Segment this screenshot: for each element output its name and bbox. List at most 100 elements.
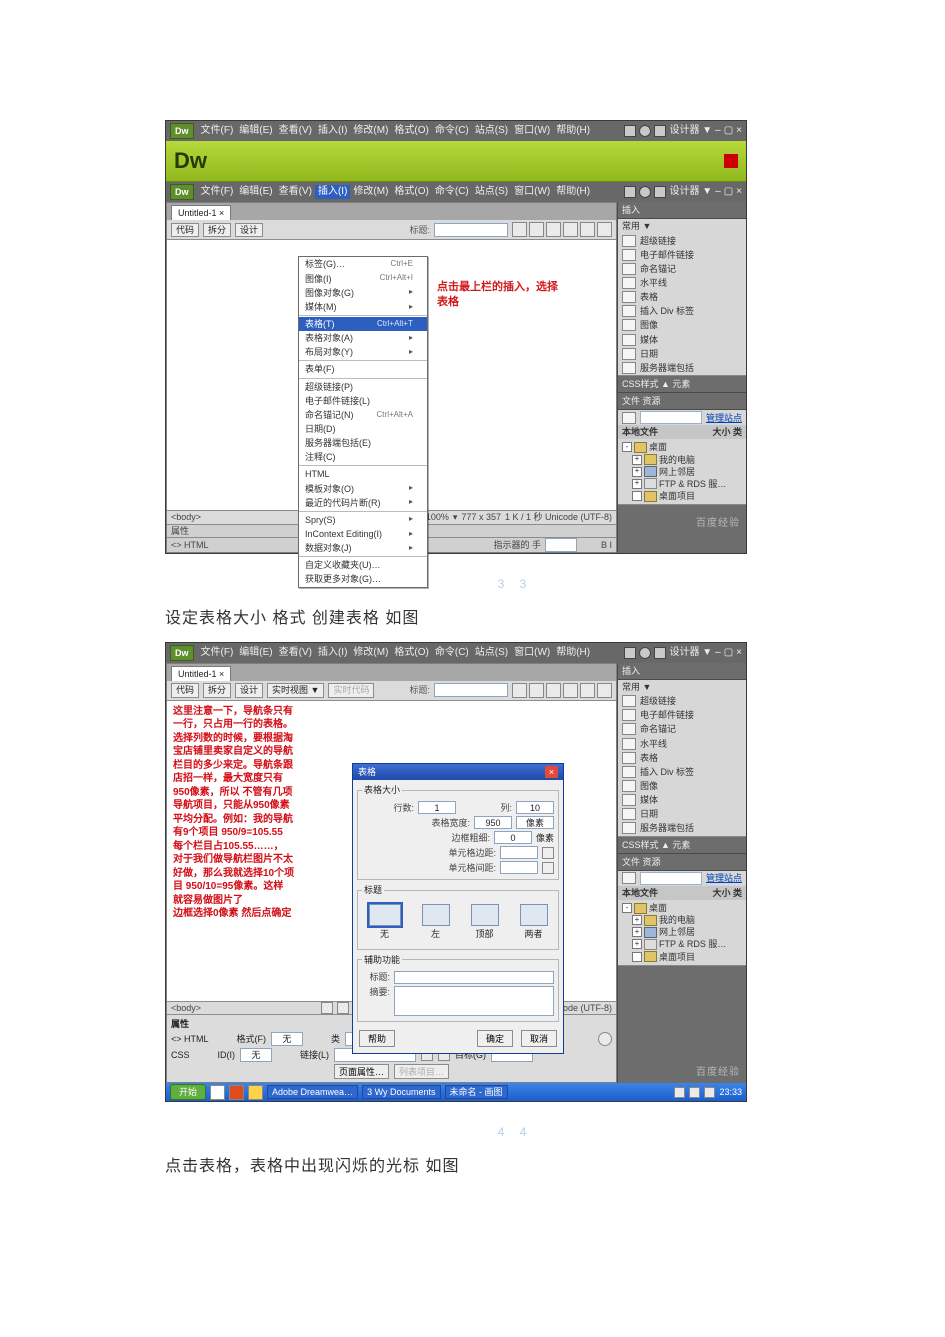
menu-item[interactable]: 格式(O) — [391, 124, 431, 138]
insert-item[interactable]: 水平线 — [618, 737, 746, 751]
rows-input[interactable]: 1 — [418, 801, 456, 814]
menu-item[interactable]: 文件(F) — [198, 646, 237, 660]
menu-item[interactable]: 查看(V) — [276, 646, 315, 660]
page-title-input[interactable] — [434, 223, 508, 237]
menu-item[interactable]: 窗口(W) — [511, 124, 553, 138]
menu-item[interactable]: 表格(T)Ctrl+Alt+T — [299, 317, 427, 331]
files-panel-header[interactable]: 文件 资源 — [618, 393, 746, 410]
insert-item[interactable]: 服务器端包括 — [618, 821, 746, 835]
live-view-button[interactable]: 实时视图 ▼ — [267, 683, 324, 697]
tree-node[interactable]: +网上邻居 — [622, 926, 742, 938]
menu-item[interactable]: 注释(C) — [299, 450, 427, 464]
document-tab[interactable]: Untitled-1 × — [171, 205, 231, 220]
view-split-button[interactable]: 拆分 — [203, 683, 231, 697]
menu-item[interactable]: 帮助(H) — [553, 185, 593, 199]
restore-icon[interactable]: ▢ — [724, 646, 733, 660]
border-input[interactable]: 0 — [494, 831, 532, 844]
circle-icon[interactable] — [639, 186, 651, 198]
menu-item[interactable]: 数据对象(J) — [299, 541, 427, 555]
view-code-button[interactable]: 代码 — [171, 683, 199, 697]
tree-node[interactable]: +我的电脑 — [622, 454, 742, 466]
taskbar-app[interactable]: Adobe Dreamwea… — [267, 1085, 358, 1099]
menu-item[interactable]: 编辑(E) — [236, 646, 275, 660]
tree-node[interactable]: +我的电脑 — [622, 914, 742, 926]
page-title-input[interactable] — [434, 683, 508, 697]
expand-icon[interactable]: + — [632, 939, 642, 949]
expand-icon[interactable]: + — [632, 915, 642, 925]
menu-item[interactable]: 查看(V) — [276, 185, 315, 199]
config-icon[interactable] — [624, 186, 636, 198]
menu-item[interactable]: 最近的代码片断(R) — [299, 496, 427, 510]
menu-item[interactable]: 布局对象(Y) — [299, 345, 427, 359]
insert-category-dropdown[interactable]: 常用 ▼ — [618, 219, 746, 233]
menu-item[interactable]: 超级链接(P) — [299, 380, 427, 394]
menu-item[interactable]: 修改(M) — [350, 185, 391, 199]
tree-node[interactable]: +FTP & RDS 服… — [622, 478, 742, 490]
menu-item[interactable]: 文件(F) — [198, 124, 237, 138]
unit-select[interactable]: 像素 — [516, 816, 554, 829]
menu-item[interactable]: 命名锚记(N)Ctrl+Alt+A — [299, 408, 427, 422]
toolbar-icon[interactable] — [512, 222, 527, 237]
menu-item[interactable]: 插入(I) — [315, 124, 350, 138]
menu-item[interactable]: 帮助(H) — [553, 646, 593, 660]
close-icon[interactable]: × — [736, 646, 742, 660]
document-tab[interactable]: Untitled-1 × — [171, 666, 231, 681]
insert-item[interactable]: 电子邮件链接 — [618, 708, 746, 722]
cellspace-input[interactable] — [500, 861, 538, 874]
toolbar-icon[interactable] — [580, 222, 595, 237]
menu-item[interactable]: 插入(I) — [315, 646, 350, 660]
summary-textarea[interactable] — [394, 986, 554, 1016]
collapse-icon[interactable]: - — [622, 442, 632, 452]
menu-item[interactable]: 格式(O) — [391, 646, 431, 660]
insert-item[interactable]: 表格 — [618, 290, 746, 304]
tray-icon[interactable] — [674, 1087, 685, 1098]
view-code-button[interactable]: 代码 — [171, 223, 199, 237]
insert-item[interactable]: 插入 Div 标签 — [618, 765, 746, 779]
insert-item[interactable]: 图像 — [618, 318, 746, 332]
expand-icon[interactable] — [632, 952, 642, 962]
menu-item[interactable]: 站点(S) — [472, 646, 511, 660]
manage-sites-link[interactable]: 管理站点 — [706, 412, 742, 424]
insert-item[interactable]: 表格 — [618, 751, 746, 765]
manage-sites-link[interactable]: 管理站点 — [706, 872, 742, 884]
insert-item[interactable]: 超级链接 — [618, 694, 746, 708]
help-icon[interactable] — [598, 1032, 612, 1046]
insert-item[interactable]: 水平线 — [618, 276, 746, 290]
css-panel-header[interactable]: CSS样式 ▲ 元素 — [618, 376, 746, 393]
tree-node[interactable]: -桌面 — [622, 441, 742, 453]
help-button[interactable]: 帮助 — [359, 1030, 395, 1047]
file-tree[interactable]: -桌面+我的电脑+网上邻居+FTP & RDS 服…桌面项目 — [618, 900, 746, 965]
search-icon[interactable] — [654, 186, 666, 198]
page-properties-button[interactable]: 页面属性… — [334, 1064, 389, 1079]
menu-item[interactable]: 修改(M) — [350, 646, 391, 660]
collapse-icon[interactable]: - — [622, 903, 632, 913]
insert-panel-header[interactable]: 插入 — [618, 202, 746, 219]
menu-item[interactable]: 站点(S) — [472, 124, 511, 138]
insert-item[interactable]: 日期 — [618, 347, 746, 361]
insert-item[interactable]: 命名锚记 — [618, 262, 746, 276]
menu-item[interactable]: 文件(F) — [198, 185, 237, 199]
menu-item[interactable]: 插入(I) — [315, 185, 350, 199]
insert-item[interactable]: 超级链接 — [618, 234, 746, 248]
menu-item[interactable]: 编辑(E) — [236, 124, 275, 138]
dialog-close-button[interactable]: × — [545, 766, 558, 778]
close-icon[interactable]: × — [736, 124, 742, 138]
config-icon[interactable] — [624, 647, 636, 659]
table-header-option[interactable]: 两者 — [520, 904, 548, 940]
search-icon[interactable] — [654, 647, 666, 659]
menu-item[interactable]: 标签(G)…Ctrl+E — [299, 257, 427, 271]
hand-icon[interactable] — [321, 1002, 333, 1014]
menu-bar-2[interactable]: 文件(F)编辑(E)查看(V)插入(I)修改(M)格式(O)命令(C)站点(S)… — [198, 185, 594, 199]
table-header-option[interactable]: 无 — [369, 904, 401, 940]
expand-icon[interactable]: + — [632, 927, 642, 937]
site-dropdown[interactable] — [640, 872, 702, 885]
menu-item[interactable]: 修改(M) — [350, 124, 391, 138]
toolbar-icon[interactable] — [512, 683, 527, 698]
tree-node[interactable]: -桌面 — [622, 902, 742, 914]
insert-category-dropdown[interactable]: 常用 ▼ — [618, 680, 746, 694]
refresh-icon[interactable] — [546, 683, 561, 698]
toolbar-icon[interactable] — [529, 222, 544, 237]
quicklaunch-icon[interactable] — [248, 1085, 263, 1100]
cancel-button[interactable]: 取消 — [521, 1030, 557, 1047]
menu-item[interactable]: 命令(C) — [432, 185, 472, 199]
